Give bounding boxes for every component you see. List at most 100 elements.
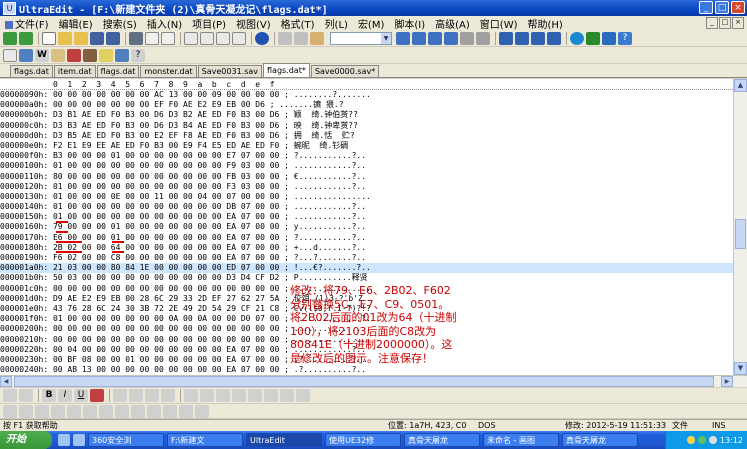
scroll-thumb[interactable] <box>14 376 714 387</box>
hex-line[interactable]: 000000d0h: D3 B5 AE ED F0 B3 00 E2 EF F8… <box>0 131 733 141</box>
hex-line[interactable]: 00000090h: 00 00 00 00 00 00 00 AC 13 00… <box>0 90 733 100</box>
ftp-icon[interactable] <box>67 48 81 62</box>
tile-horizontal-icon[interactable] <box>515 31 529 45</box>
ultraedit-icon[interactable]: U <box>3 1 16 15</box>
html-row-icon[interactable] <box>131 404 145 418</box>
html-list-icon[interactable] <box>163 404 177 418</box>
html-table-icon[interactable] <box>115 404 129 418</box>
html-break-icon[interactable] <box>83 404 97 418</box>
hex-line[interactable]: 000001b0h: 50 03 00 00 00 00 00 00 00 00… <box>0 273 733 283</box>
minimize-button[interactable]: _ <box>699 1 713 14</box>
print-icon[interactable] <box>129 31 143 45</box>
cascade-icon[interactable] <box>547 31 561 45</box>
scroll-thumb[interactable] <box>735 219 746 249</box>
html-span-icon[interactable] <box>51 404 65 418</box>
tab-save0031-sav[interactable]: Save0031.sav <box>197 65 262 77</box>
find-in-files-icon[interactable] <box>444 31 458 45</box>
uncomment-icon[interactable] <box>200 389 214 402</box>
copy-icon[interactable] <box>294 31 308 45</box>
paste-icon[interactable] <box>310 31 324 45</box>
scroll-up-icon[interactable]: ▲ <box>734 79 747 92</box>
align-left-icon[interactable] <box>113 389 127 402</box>
tools-icon[interactable] <box>115 48 129 62</box>
menu-advanced[interactable]: 高级(A) <box>430 16 475 31</box>
html-div-icon[interactable] <box>35 404 49 418</box>
outdent-icon[interactable] <box>19 389 33 402</box>
tray-icon[interactable] <box>686 436 695 444</box>
html-hr-icon[interactable] <box>99 404 113 418</box>
hex-editor[interactable]: 0 1 2 3 4 5 6 7 8 9 a b c d e f 00000090… <box>0 79 733 375</box>
horizontal-scrollbar[interactable]: ◀ ▶ <box>0 375 747 387</box>
hex-line[interactable]: 00000240h: 00 AB 13 00 00 00 00 00 00 00… <box>0 365 733 375</box>
macro-icon[interactable] <box>99 48 113 62</box>
quicklaunch-browser-icon[interactable] <box>73 434 85 446</box>
hex-line[interactable]: 000000f0h: B3 00 00 00 01 00 00 00 00 00… <box>0 151 733 161</box>
split-window-icon[interactable] <box>499 31 513 45</box>
hex-line[interactable]: 000000a0h: 00 00 00 00 00 00 00 EF F0 AE… <box>0 100 733 110</box>
menu-file[interactable]: 文件(F) <box>0 16 54 31</box>
hex-line[interactable]: 00000150h: 01 00 00 00 00 00 00 00 00 00… <box>0 212 733 222</box>
maximize-button[interactable]: □ <box>715 1 729 14</box>
hex-line[interactable]: 000000c0h: D3 B3 AE ED F0 B3 00 D6 D3 B4… <box>0 121 733 131</box>
help-icon[interactable]: ? <box>618 31 632 45</box>
underline-icon[interactable]: U <box>74 389 88 402</box>
close-button[interactable]: × <box>731 1 745 14</box>
browser-icon[interactable] <box>255 31 269 45</box>
html-cell-icon[interactable] <box>147 404 161 418</box>
new-file-icon[interactable] <box>42 31 56 45</box>
open-folder-icon[interactable] <box>58 31 72 45</box>
hex-line[interactable]: 000000e0h: F2 E1 E9 EE AE ED F0 B3 00 E9… <box>0 141 733 151</box>
hex-line[interactable]: 00000130h: 01 00 00 00 0E 00 00 11 00 00… <box>0 192 733 202</box>
page-setup-icon[interactable] <box>161 31 175 45</box>
quicklaunch-desktop-icon[interactable] <box>58 434 70 446</box>
document-icon[interactable] <box>184 31 198 45</box>
menu-view[interactable]: 视图(V) <box>231 16 276 31</box>
html-tag-icon[interactable] <box>3 404 17 418</box>
task-game-1[interactable]: 真骨天屠龙 <box>404 433 480 447</box>
hex-mode-icon[interactable] <box>216 31 230 45</box>
tile-vertical-icon[interactable] <box>531 31 545 45</box>
vertical-scrollbar[interactable]: ▲ ▼ <box>733 79 747 375</box>
hex-line[interactable]: 000000b0h: D3 B1 AE ED F0 B3 00 D6 D3 B2… <box>0 110 733 120</box>
image-icon[interactable] <box>248 389 262 402</box>
link-icon[interactable] <box>264 389 278 402</box>
edit-icon[interactable] <box>3 48 17 62</box>
menu-search[interactable]: 搜索(S) <box>98 16 142 31</box>
html-body-icon[interactable] <box>19 404 33 418</box>
function-list-icon[interactable] <box>19 48 33 62</box>
network-icon[interactable] <box>697 436 706 444</box>
hex-line[interactable]: 00000190h: F6 02 00 00 C8 00 00 00 00 00… <box>0 253 733 263</box>
doc-restore-button[interactable]: □ <box>719 17 731 29</box>
comment-icon[interactable] <box>184 389 198 402</box>
hex-line[interactable]: 00000110h: 80 00 00 00 00 00 00 00 00 00… <box>0 172 733 182</box>
menu-column[interactable]: 列(L) <box>320 16 353 31</box>
task-paint[interactable]: 未命名 - 画图 <box>483 433 559 447</box>
hex-line[interactable]: 00000160h: 79 00 00 00 01 00 00 00 00 00… <box>0 222 733 232</box>
hex-line[interactable]: 00000120h: 01 00 00 00 00 00 00 00 00 00… <box>0 182 733 192</box>
print-preview-icon[interactable] <box>145 31 159 45</box>
tab-flags-dat-1[interactable]: flags.dat <box>10 65 53 77</box>
italic-icon[interactable]: I <box>58 389 72 402</box>
tab-flags-dat-active[interactable]: flags.dat* <box>263 63 310 77</box>
cut-icon[interactable] <box>278 31 292 45</box>
toolbox-icon[interactable] <box>83 48 97 62</box>
word-wrap-icon[interactable] <box>460 31 474 45</box>
back-icon[interactable] <box>3 31 17 45</box>
list-icon[interactable] <box>232 389 246 402</box>
justify-icon[interactable] <box>161 389 175 402</box>
context-help-icon[interactable]: ? <box>131 48 145 62</box>
menu-format[interactable]: 格式(T) <box>276 16 320 31</box>
task-folder[interactable]: F:\新建文 <box>167 433 243 447</box>
doc-close-button[interactable]: × <box>732 17 744 29</box>
html-image-icon[interactable] <box>195 404 209 418</box>
align-right-icon[interactable] <box>145 389 159 402</box>
menu-script[interactable]: 脚本(I) <box>389 16 430 31</box>
document-list-icon[interactable] <box>200 31 214 45</box>
font-color-icon[interactable] <box>90 389 104 402</box>
tab-monster-dat[interactable]: monster.dat <box>140 65 197 77</box>
menu-edit[interactable]: 编辑(E) <box>54 16 98 31</box>
hex-line[interactable]: 000001a0h: 21 03 00 00 80 84 1E 00 00 00… <box>0 263 733 274</box>
hex-line[interactable]: 00000140h: 01 00 00 00 00 00 00 00 00 00… <box>0 202 733 212</box>
run-icon[interactable] <box>586 31 600 45</box>
hex-line[interactable]: 00000170h: E6 00 00 00 01 00 00 00 00 00… <box>0 233 733 243</box>
